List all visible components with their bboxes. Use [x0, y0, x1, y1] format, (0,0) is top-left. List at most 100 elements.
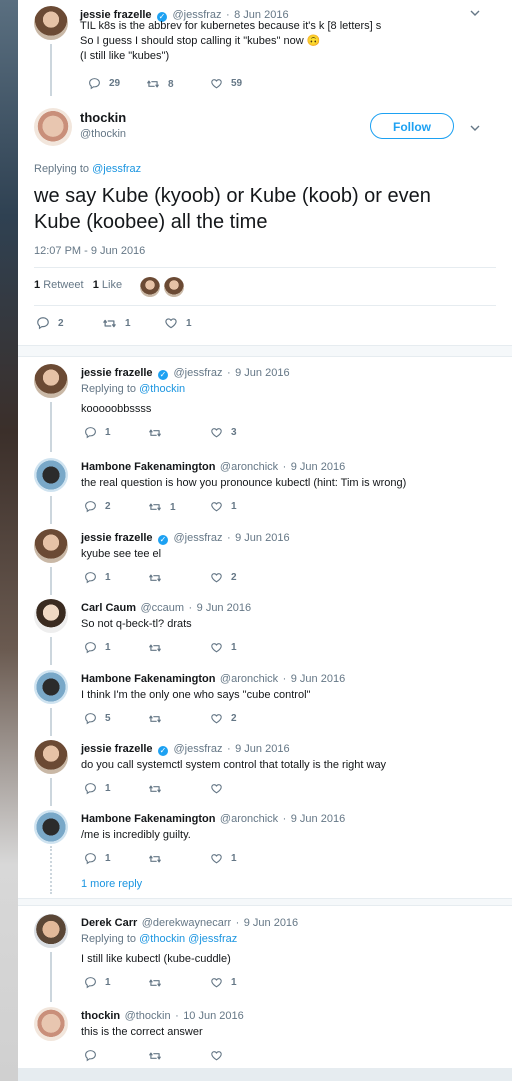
like-button[interactable]: 2 — [210, 712, 237, 725]
author-handle[interactable]: @jessfraz — [173, 367, 222, 379]
author-name[interactable]: jessie frazelle — [81, 367, 153, 379]
like-button[interactable]: 1 — [210, 641, 237, 654]
thread-line — [50, 567, 52, 595]
more-replies-link[interactable]: 1 more reply — [81, 878, 142, 890]
author-handle[interactable]: @thockin — [80, 128, 126, 140]
tweet-timestamp[interactable]: 12:07 PM - 9 Jun 2016 — [34, 245, 145, 257]
liker-avatar[interactable] — [164, 277, 184, 297]
avatar[interactable] — [34, 740, 68, 774]
retweet-button[interactable] — [148, 782, 170, 796]
author-name[interactable]: Hambone Fakenamington — [81, 813, 215, 825]
like-button[interactable]: 2 — [210, 571, 237, 584]
avatar[interactable] — [34, 670, 68, 704]
reply-button[interactable]: 1 — [84, 852, 111, 865]
avatar[interactable] — [34, 6, 68, 40]
like-button[interactable]: 1 — [210, 852, 237, 865]
chevron-down-icon[interactable] — [470, 123, 480, 133]
author-name[interactable]: Hambone Fakenamington — [81, 461, 215, 473]
author-handle[interactable]: @jessfraz — [173, 532, 222, 544]
reply-button[interactable]: 1 — [84, 426, 111, 439]
tweet-date[interactable]: 10 Jun 2016 — [183, 1010, 244, 1022]
retweet-total[interactable]: 1 — [34, 279, 40, 291]
like-button[interactable]: 59 — [210, 77, 242, 90]
retweet-button[interactable] — [148, 641, 170, 655]
reply-button[interactable]: 29 — [88, 77, 120, 90]
author-name[interactable]: Hambone Fakenamington — [81, 673, 215, 685]
retweet-label[interactable]: Retweet — [43, 279, 83, 291]
retweet-button[interactable] — [148, 571, 170, 585]
retweet-button[interactable] — [148, 976, 170, 990]
reply-tweet[interactable]: jessie frazelle ✓ @jessfraz · 9 Jun 2016… — [0, 527, 512, 595]
author-handle[interactable]: @thockin — [125, 1010, 171, 1022]
tweet-date[interactable]: 9 Jun 2016 — [235, 367, 289, 379]
like-button[interactable]: 1 — [164, 316, 192, 330]
like-label[interactable]: Like — [102, 279, 122, 291]
tweet-date[interactable]: 9 Jun 2016 — [291, 673, 345, 685]
avatar[interactable] — [34, 599, 68, 633]
reply-tweet[interactable]: Carl Caum @ccaum · 9 Jun 2016 So not q-b… — [0, 597, 512, 665]
replying-to-link[interactable]: @thockin @jessfraz — [139, 933, 237, 945]
avatar[interactable] — [34, 108, 72, 146]
follow-button[interactable]: Follow — [370, 113, 454, 139]
avatar[interactable] — [34, 810, 68, 844]
like-button[interactable]: 1 — [210, 500, 237, 513]
reply-tweet[interactable]: thockin @thockin · 10 Jun 2016 this is t… — [0, 1005, 512, 1065]
reply-button[interactable]: 5 — [84, 712, 111, 725]
author-handle[interactable]: @aronchick — [220, 813, 278, 825]
retweet-button[interactable] — [148, 712, 170, 726]
author-name[interactable]: jessie frazelle — [81, 532, 153, 544]
like-button[interactable]: 1 — [210, 976, 237, 989]
like-count: 1 — [231, 501, 237, 512]
like-button[interactable] — [210, 1049, 231, 1062]
reply-button[interactable]: 2 — [84, 500, 111, 513]
author-name[interactable]: thockin — [80, 110, 126, 125]
author-name[interactable]: jessie frazelle — [81, 743, 153, 755]
author-name[interactable]: Derek Carr — [81, 917, 137, 929]
author-handle[interactable]: @derekwaynecarr — [142, 917, 231, 929]
tweet-date[interactable]: 9 Jun 2016 — [235, 532, 289, 544]
reply-button[interactable]: 1 — [84, 782, 111, 795]
like-button[interactable] — [210, 782, 231, 795]
retweet-button[interactable] — [148, 426, 170, 440]
replying-to-link[interactable]: @thockin — [139, 383, 185, 395]
avatar[interactable] — [34, 529, 68, 563]
reply-tweet[interactable]: jessie frazelle ✓ @jessfraz · 9 Jun 2016… — [0, 362, 512, 452]
replying-to-link[interactable]: @jessfraz — [92, 163, 141, 175]
avatar[interactable] — [34, 458, 68, 492]
reply-button[interactable]: 1 — [84, 571, 111, 584]
reply-button[interactable]: 1 — [84, 976, 111, 989]
author-name[interactable]: thockin — [81, 1010, 120, 1022]
liker-avatar[interactable] — [140, 277, 160, 297]
retweet-button[interactable] — [148, 1049, 170, 1063]
tweet-date[interactable]: 9 Jun 2016 — [244, 917, 298, 929]
retweet-button[interactable]: 1 — [102, 316, 131, 331]
reply-tweet[interactable]: jessie frazelle ✓ @jessfraz · 9 Jun 2016… — [0, 738, 512, 806]
author-handle[interactable]: @jessfraz — [173, 743, 222, 755]
author-name[interactable]: Carl Caum — [81, 602, 136, 614]
author-handle[interactable]: @aronchick — [220, 461, 278, 473]
reply-tweet[interactable]: Hambone Fakenamington @aronchick · 9 Jun… — [0, 808, 512, 868]
reply-button[interactable]: 2 — [36, 316, 64, 330]
tweet-date[interactable]: 9 Jun 2016 — [235, 743, 289, 755]
tweet-date[interactable]: 9 Jun 2016 — [291, 461, 345, 473]
author-handle[interactable]: @aronchick — [220, 673, 278, 685]
avatar[interactable] — [34, 1007, 68, 1041]
avatar[interactable] — [34, 364, 68, 398]
author-handle[interactable]: @ccaum — [140, 602, 184, 614]
like-total[interactable]: 1 — [93, 279, 99, 291]
tweet-date[interactable]: 9 Jun 2016 — [197, 602, 251, 614]
engagement-stats: 1 Retweet 1 Like — [34, 279, 122, 291]
tweet-1[interactable]: jessie frazelle ✓ @jessfraz · 8 Jun 2016… — [0, 0, 512, 96]
reply-tweet[interactable]: Hambone Fakenamington @aronchick · 9 Jun… — [0, 456, 512, 524]
like-button[interactable]: 3 — [210, 426, 237, 439]
tweet-date[interactable]: 9 Jun 2016 — [291, 813, 345, 825]
retweet-button[interactable]: 1 — [148, 500, 176, 514]
avatar[interactable] — [34, 914, 68, 948]
chevron-down-icon[interactable] — [470, 8, 480, 18]
reply-button[interactable]: 1 — [84, 641, 111, 654]
retweet-button[interactable] — [148, 852, 170, 866]
reply-tweet[interactable]: Derek Carr @derekwaynecarr · 9 Jun 2016 … — [0, 912, 512, 1002]
reply-tweet[interactable]: Hambone Fakenamington @aronchick · 9 Jun… — [0, 668, 512, 736]
reply-button[interactable] — [84, 1049, 105, 1062]
retweet-button[interactable]: 8 — [146, 77, 174, 91]
